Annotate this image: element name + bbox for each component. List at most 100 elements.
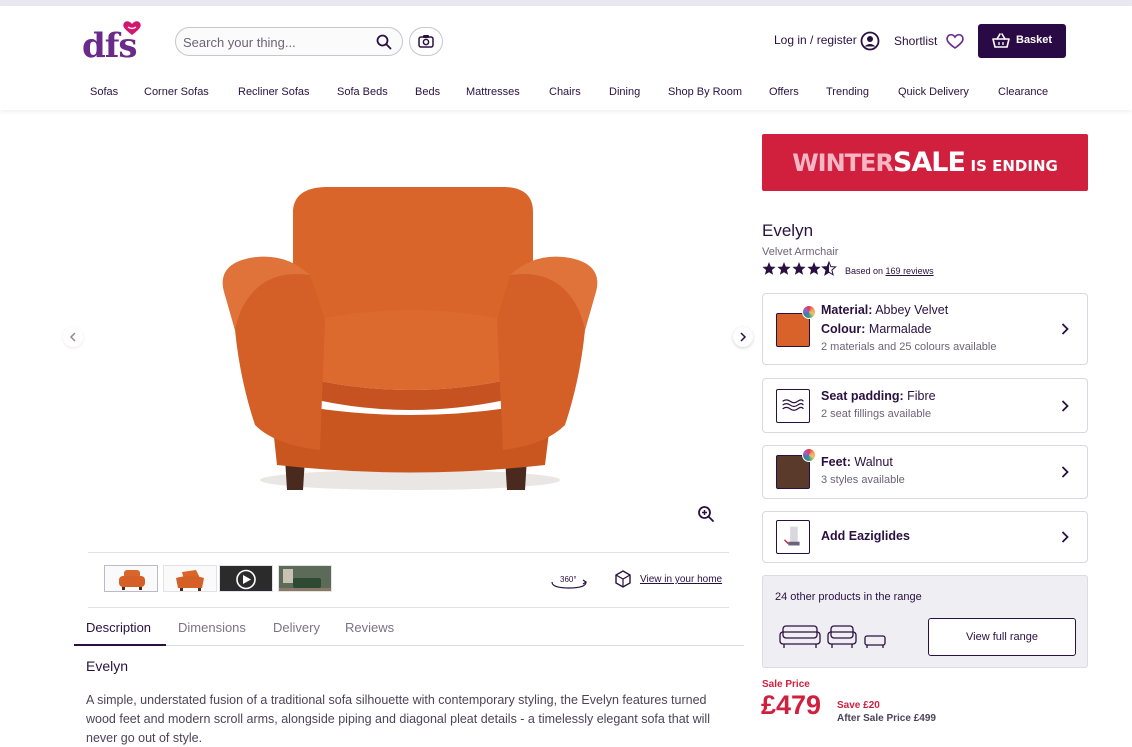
basket-button[interactable]: Basket xyxy=(978,24,1066,58)
seat-padding-availability: 2 seat fillings available xyxy=(821,408,932,420)
range-furniture-icons xyxy=(779,625,886,648)
nav-quick-delivery[interactable]: Quick Delivery xyxy=(898,86,969,98)
nav-chairs[interactable]: Chairs xyxy=(549,86,581,98)
material-value: Abbey Velvet xyxy=(875,303,949,317)
feet-value: Walnut xyxy=(854,455,893,469)
nav-beds[interactable]: Beds xyxy=(415,86,440,98)
colour-label: Colour: xyxy=(821,322,866,336)
star-icon xyxy=(777,262,791,275)
star-icon xyxy=(762,262,776,275)
nav-corner-sofas[interactable]: Corner Sofas xyxy=(144,86,209,98)
basket-label: Basket xyxy=(1016,34,1053,46)
half-star-icon xyxy=(821,261,837,276)
seat-padding-option[interactable]: Seat padding: Fibre 2 seat fillings avai… xyxy=(762,378,1088,433)
dfs-logo[interactable]: dfs xyxy=(82,20,144,66)
thumbnail-room[interactable] xyxy=(278,565,332,592)
eaziglides-label: Add Eaziglides xyxy=(821,529,910,543)
winter-sale-banner[interactable]: WINTERSALE IS ENDING xyxy=(762,134,1088,191)
save-amount: Save £20 xyxy=(837,700,880,711)
nav-sofas[interactable]: Sofas xyxy=(90,86,118,98)
nav-mattresses[interactable]: Mattresses xyxy=(466,86,520,98)
tab-description[interactable]: Description xyxy=(86,620,151,635)
nav-offers[interactable]: Offers xyxy=(769,86,799,98)
logo-heart-icon xyxy=(123,21,141,35)
basket-icon xyxy=(992,33,1010,48)
thumbnail-video[interactable] xyxy=(219,565,273,592)
product-range-box: 24 other products in the range View full… xyxy=(762,575,1088,668)
chevron-right-icon xyxy=(1061,531,1069,543)
material-colour-option[interactable]: Material: Abbey Velvet Colour: Marmalade… xyxy=(762,293,1088,365)
product-name: Evelyn xyxy=(762,221,814,240)
main-nav: Sofas Corner Sofas Recliner Sofas Sofa B… xyxy=(0,86,1132,106)
thumbnail-bar: 360° View in your home xyxy=(88,552,729,608)
sale-price: £479 xyxy=(761,690,822,720)
nav-dining[interactable]: Dining xyxy=(609,86,640,98)
eaziglides-option[interactable]: Add Eaziglides xyxy=(762,511,1088,563)
sale-word-sale: SALE xyxy=(892,147,966,178)
armchair-thumbnail-icon xyxy=(119,570,145,590)
feet-option[interactable]: Feet: Walnut 3 styles available xyxy=(762,445,1088,499)
thumbnail-front[interactable] xyxy=(104,565,158,592)
product-subtitle: Velvet Armchair xyxy=(762,246,839,258)
description-body: A simple, understated fusion of a tradit… xyxy=(86,693,710,745)
sale-banner-text: WINTERSALE IS ENDING xyxy=(762,147,1088,178)
sale-price-label: Sale Price xyxy=(762,679,810,690)
material-label: Material: xyxy=(821,303,873,317)
nav-trending[interactable]: Trending xyxy=(826,86,869,98)
chevron-left-icon xyxy=(69,332,76,342)
site-header: dfs Search your thing... Log in / regist… xyxy=(0,6,1132,110)
rotate-360-icon: 360° xyxy=(551,575,588,589)
reviews-link[interactable]: 169 reviews xyxy=(886,266,934,276)
search-bar[interactable]: Search your thing... xyxy=(175,27,403,56)
chevron-right-icon xyxy=(1061,323,1069,335)
room-thumbnail-icon xyxy=(279,566,331,591)
gallery-prev-button[interactable] xyxy=(63,327,83,347)
login-register-link[interactable]: Log in / register xyxy=(774,33,857,47)
seat-padding-value: Fibre xyxy=(907,389,936,403)
after-sale-price: After Sale Price £499 xyxy=(837,713,936,724)
colour-wheel-icon xyxy=(802,448,816,462)
tab-reviews[interactable]: Reviews xyxy=(345,620,394,635)
glide-icon xyxy=(784,526,800,546)
thumbnail-angle[interactable] xyxy=(163,565,217,592)
visual-search-button[interactable] xyxy=(409,27,443,56)
feet-label: Feet: xyxy=(821,455,851,469)
chevron-right-icon xyxy=(1061,400,1069,412)
shortlist-link[interactable]: Shortlist xyxy=(894,34,937,48)
zoom-icon[interactable] xyxy=(697,505,715,523)
ar-cube-icon[interactable] xyxy=(613,569,633,589)
reviews-prefix: Based on xyxy=(845,266,884,276)
chevron-right-icon xyxy=(740,332,747,342)
chevron-right-icon xyxy=(1061,466,1069,478)
armchair-angle-thumbnail-icon xyxy=(176,570,204,591)
user-icon[interactable] xyxy=(860,31,880,51)
colour-value: Marmalade xyxy=(868,322,932,336)
sale-word-ending: IS ENDING xyxy=(970,157,1058,175)
tab-dimensions[interactable]: Dimensions xyxy=(178,620,246,635)
nav-clearance[interactable]: Clearance xyxy=(998,86,1048,98)
range-count-text: 24 other products in the range xyxy=(775,591,922,603)
reviews-summary: Based on 169 reviews xyxy=(845,266,934,276)
star-icon xyxy=(792,262,806,275)
label-360: 360° xyxy=(560,575,577,584)
product-main-image[interactable] xyxy=(215,180,605,500)
colour-wheel-icon xyxy=(802,305,816,319)
view-in-home-link[interactable]: View in your home xyxy=(640,574,722,585)
search-icon[interactable] xyxy=(375,33,393,51)
nav-recliner-sofas[interactable]: Recliner Sofas xyxy=(238,86,310,98)
seat-padding-label: Seat padding: xyxy=(821,389,904,403)
view-full-range-button[interactable]: View full range xyxy=(928,618,1076,656)
heart-icon[interactable] xyxy=(945,32,965,50)
eaziglides-swatch xyxy=(776,520,810,554)
sale-word-winter: WINTER xyxy=(792,149,894,177)
camera-icon xyxy=(418,35,434,48)
description-title: Evelyn xyxy=(86,658,129,674)
view-360-button[interactable]: 360° xyxy=(549,574,589,595)
nav-sofa-beds[interactable]: Sofa Beds xyxy=(337,86,388,98)
search-input[interactable]: Search your thing... xyxy=(183,35,296,50)
gallery-next-button[interactable] xyxy=(733,327,753,347)
nav-shop-by-room[interactable]: Shop By Room xyxy=(668,86,742,98)
play-icon xyxy=(236,569,256,590)
star-icon xyxy=(807,262,821,275)
tab-delivery[interactable]: Delivery xyxy=(273,620,320,635)
